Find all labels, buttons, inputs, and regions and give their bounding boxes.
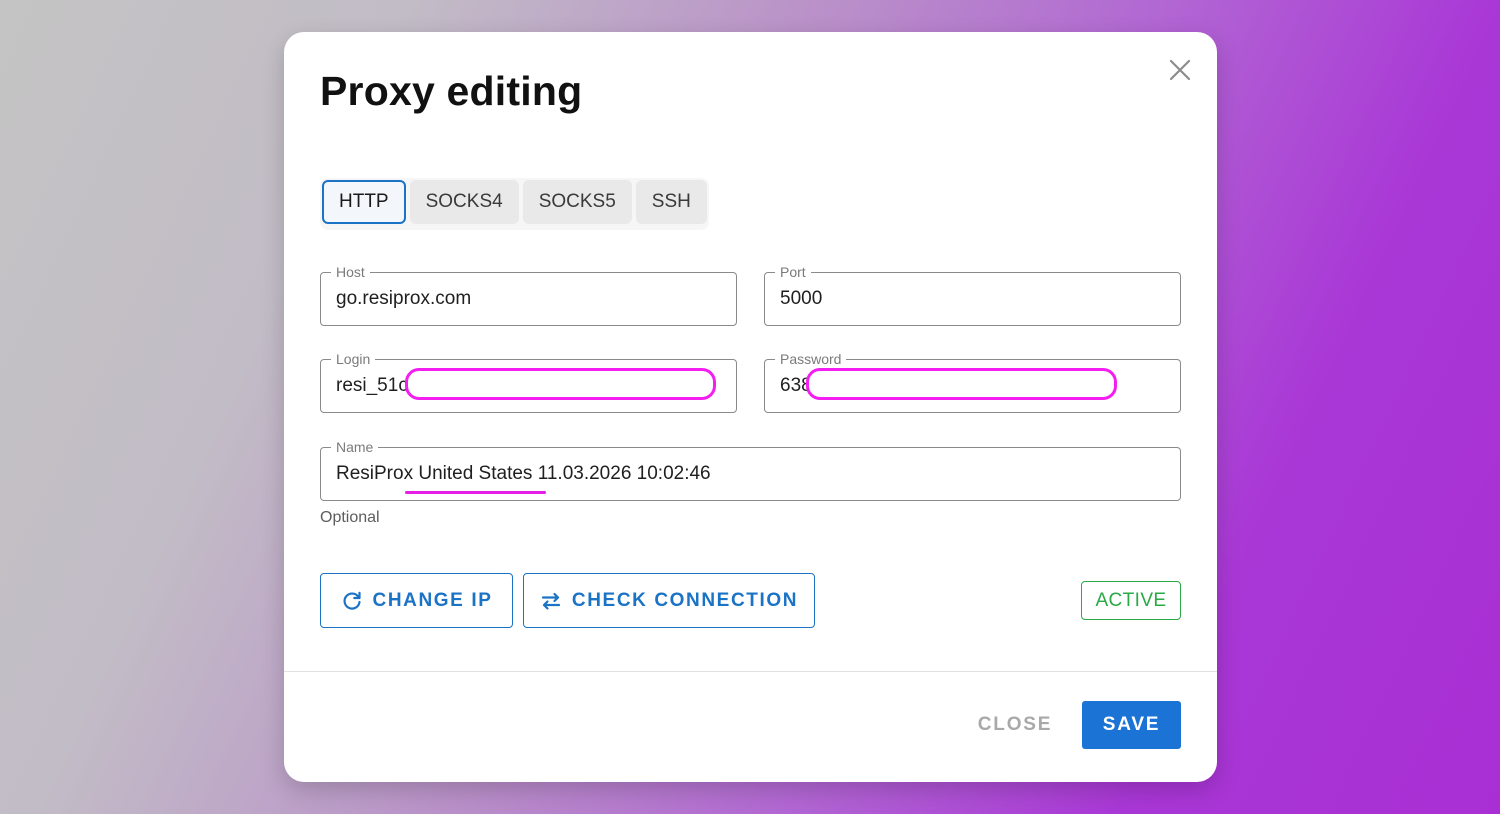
login-value: resi_51c xyxy=(336,375,408,396)
port-field[interactable]: Port 5000 xyxy=(764,263,1181,326)
swap-arrows-icon xyxy=(540,590,562,612)
host-field[interactable]: Host go.resiprox.com xyxy=(320,263,737,326)
proxy-editing-dialog: Proxy editing HTTP SOCKS4 SOCKS5 SSH Hos… xyxy=(284,32,1217,782)
refresh-icon xyxy=(341,590,363,612)
tab-socks4[interactable]: SOCKS4 xyxy=(409,180,519,224)
check-connection-label: CHECK CONNECTION xyxy=(571,589,799,611)
close-icon[interactable] xyxy=(1166,56,1194,84)
close-button[interactable]: CLOSE xyxy=(970,708,1060,742)
protocol-tabs: HTTP SOCKS4 SOCKS5 SSH xyxy=(320,178,709,230)
name-helper-text: Optional xyxy=(320,509,380,526)
login-redaction-highlight xyxy=(405,368,716,400)
tab-http[interactable]: HTTP xyxy=(322,180,406,224)
port-value: 5000 xyxy=(780,288,823,309)
tab-ssh[interactable]: SSH xyxy=(635,180,707,224)
host-label: Host xyxy=(331,263,370,281)
footer-divider xyxy=(284,671,1217,672)
save-button[interactable]: SAVE xyxy=(1082,701,1181,749)
change-ip-label: CHANGE IP xyxy=(372,589,493,611)
tab-socks5[interactable]: SOCKS5 xyxy=(522,180,632,224)
host-value: go.resiprox.com xyxy=(336,288,472,309)
name-label: Name xyxy=(331,438,379,456)
name-value: ResiProx United States 11.03.2026 10:02:… xyxy=(336,463,711,484)
name-annotation-underline xyxy=(405,491,546,494)
password-label: Password xyxy=(775,350,847,368)
login-label: Login xyxy=(331,350,376,368)
password-redaction-highlight xyxy=(806,368,1117,400)
dialog-title: Proxy editing xyxy=(320,68,583,114)
change-ip-button[interactable]: CHANGE IP xyxy=(320,573,513,628)
port-label: Port xyxy=(775,263,811,281)
status-badge: ACTIVE xyxy=(1081,581,1181,620)
check-connection-button[interactable]: CHECK CONNECTION xyxy=(523,573,815,628)
